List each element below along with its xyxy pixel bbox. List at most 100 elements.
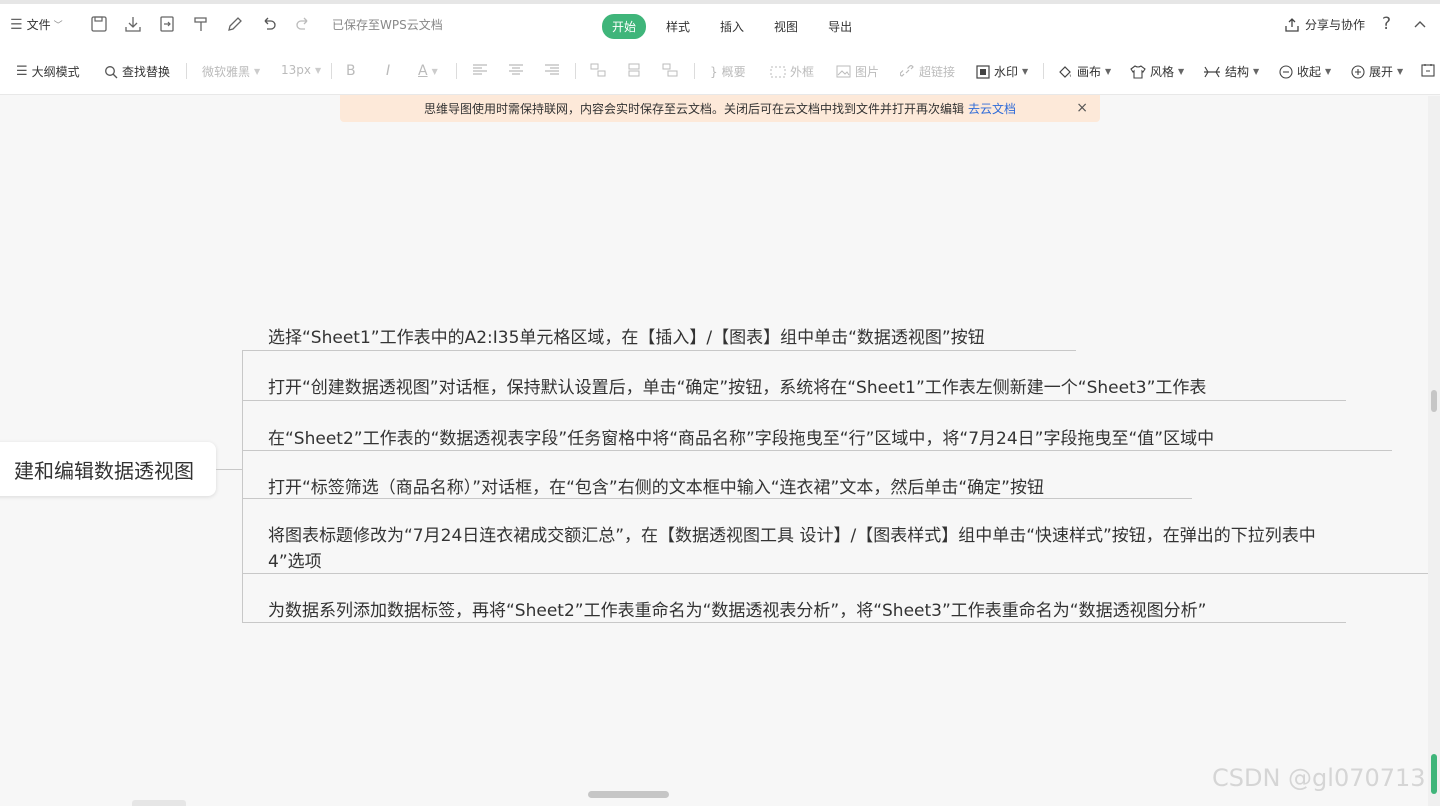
separator [456,63,457,79]
separator [331,63,332,79]
vertical-scroll-thumb[interactable] [1431,390,1437,412]
fit-view-icon[interactable] [1421,63,1435,77]
boundary-button[interactable]: 外框 [770,63,814,80]
caret-icon: ▼ [1178,67,1185,76]
image-button[interactable]: 图片 [836,63,879,80]
align-right-icon[interactable] [544,63,560,77]
export-icon[interactable] [158,15,176,33]
zoom-scroll-indicator[interactable] [1431,754,1437,794]
hyperlink-button[interactable]: 超链接 [900,63,955,80]
style-button[interactable]: 风格 ▼ [1130,63,1184,80]
tab-view[interactable]: 视图 [764,14,808,39]
boundary-label: 外框 [790,65,815,79]
outline-icon: ☰ [16,64,28,79]
image-label: 图片 [855,65,880,79]
tab-export[interactable]: 导出 [818,14,862,39]
pen-icon[interactable] [226,15,244,33]
child-topic-6[interactable]: 为数据系列添加数据标签，再将“Sheet2”工作表重命名为“数据透视表分析”，将… [268,596,1206,621]
share-label: 分享与协作 [1305,18,1366,32]
summary-icon: } [710,64,718,79]
share-icon [1284,17,1300,33]
child-topic-underline [242,498,1192,499]
file-menu[interactable]: ☰ 文件 ﹀ [10,16,63,33]
root-connector-line [216,469,242,470]
child-topic-underline [242,400,1346,401]
horizontal-scroll-thumb[interactable] [588,791,669,798]
tab-insert[interactable]: 插入 [710,14,754,39]
search-icon [104,65,118,79]
tab-style[interactable]: 样式 [656,14,700,39]
structure-icon [1203,65,1221,79]
image-icon [836,65,851,78]
root-topic-text: 建和编辑数据透视图 [14,458,194,483]
child-topic-underline [242,350,1076,351]
canvas-label: 画布 [1077,65,1102,79]
outline-mode-button[interactable]: ☰ 大纲模式 [16,63,80,80]
parent-topic-icon[interactable] [662,63,678,77]
child-topic-2[interactable]: 打开“创建数据透视图”对话框，保持默认设置后，单击“确定”按钮，系统将在“She… [268,373,1206,398]
branch-bracket-line [242,350,243,622]
format-painter-icon[interactable] [192,15,210,33]
summary-label: 概要 [721,65,746,79]
bold-button[interactable]: B [346,63,356,79]
child-topic-5[interactable]: 将图表标题修改为“7月24日连衣裙成交额汇总”，在【数据透视图工具 设计】/【图… [268,521,1316,546]
summary-button[interactable]: } 概要 [710,63,746,80]
structure-button[interactable]: 结构 ▼ [1203,63,1259,80]
shirt-icon [1130,64,1146,79]
align-center-icon[interactable] [508,63,524,77]
outline-mode-label: 大纲模式 [31,65,80,79]
caret-icon: ▼ [254,67,261,76]
hyperlink-label: 超链接 [919,65,956,79]
style-label: 风格 [1150,65,1175,79]
font-family-select[interactable]: 微软雅黑 ▼ [202,63,260,80]
redo-icon[interactable] [294,15,312,33]
expand-label: 展开 [1369,65,1394,79]
canvas-button[interactable]: 画布 ▼ [1058,63,1111,80]
child-topic-5-line2[interactable]: 4”选项 [268,547,322,572]
sibling-topic-icon[interactable] [626,63,642,77]
caret-icon: ▼ [1022,67,1029,76]
caret-icon: ▼ [431,66,438,76]
italic-button[interactable]: I [386,63,390,79]
font-size-select[interactable]: 13px ▼ [281,63,321,77]
help-icon[interactable]: ? [1382,14,1391,34]
save-icon[interactable] [90,15,108,33]
expand-button[interactable]: 展开 ▼ [1351,63,1403,80]
child-topic-underline [242,450,1392,451]
download-icon[interactable] [124,15,142,33]
paint-bucket-icon [1058,65,1073,79]
root-topic-node[interactable]: 建和编辑数据透视图 [0,442,216,496]
align-left-icon[interactable] [472,63,488,77]
save-status: 已保存至WPS云文档 [332,18,443,32]
watermark-button[interactable]: 水印 ▼ [976,63,1028,80]
minus-circle-icon [1279,64,1293,79]
file-menu-label: 文件 [26,18,51,32]
collapse-button[interactable]: 收起 ▼ [1279,63,1331,80]
font-color-button[interactable]: A ▼ [418,63,438,79]
find-replace-label: 查找替换 [122,65,171,79]
caret-icon: ▼ [1253,67,1260,76]
menu-icon: ☰ [10,16,23,33]
child-topic-1[interactable]: 选择“Sheet1”工作表中的A2:I35单元格区域，在【插入】/【图表】组中单… [268,323,985,348]
font-family-value: 微软雅黑 [202,65,251,79]
close-icon[interactable]: × [1076,100,1088,116]
subtopic-icon[interactable] [590,63,606,77]
caret-icon: ▼ [1397,67,1404,76]
undo-icon[interactable] [260,15,278,33]
top-bar: ☰ 文件 ﹀ 已保存至WPS云文档 开始 样式 插入 视图 导出 分享与协作 ? [0,0,1440,48]
caret-icon: ▼ [1325,67,1332,76]
child-topic-3[interactable]: 在“Sheet2”工作表的“数据透视表字段”任务窗格中将“商品名称”字段拖曳至“… [268,424,1214,449]
child-topic-4[interactable]: 打开“标签筛选（商品名称）”对话框，在“包含”右侧的文本框中输入“连衣裙”文本，… [268,473,1044,498]
vertical-scrollbar[interactable] [1428,96,1440,806]
tab-start[interactable]: 开始 [602,14,647,39]
notice-text: 思维导图使用时需保持联网，内容会实时保存至云文档。关闭后可在云文档中找到文件并打… [423,102,964,116]
collapse-ribbon-icon[interactable] [1412,16,1428,32]
online-notice-banner: 思维导图使用时需保持联网，内容会实时保存至云文档。关闭后可在云文档中找到文件并打… [340,95,1100,122]
watermark-text: CSDN @gl070713 [1212,764,1426,792]
separator [186,63,187,79]
find-replace-button[interactable]: 查找替换 [104,63,170,80]
share-collaborate-button[interactable]: 分享与协作 [1284,16,1365,33]
caret-icon: ▼ [315,65,322,75]
bottom-tab[interactable] [132,800,186,806]
go-to-cloud-link[interactable]: 去云文档 [968,100,1016,117]
